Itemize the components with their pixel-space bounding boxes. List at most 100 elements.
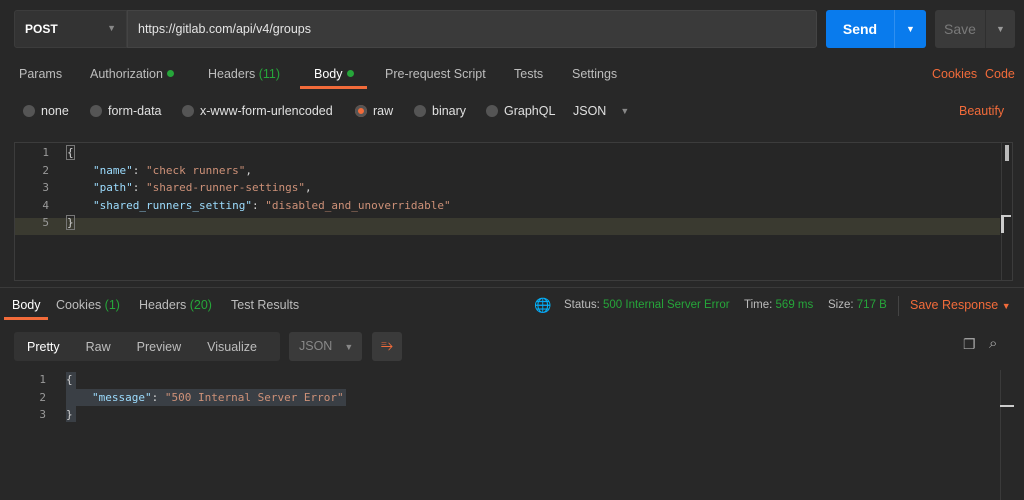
radio-icon: [182, 105, 194, 117]
code-brace: {: [66, 373, 73, 386]
cookies-count: (1): [104, 298, 120, 312]
cookies-link[interactable]: Cookies: [932, 67, 977, 81]
status-label: Status:: [564, 299, 600, 311]
response-status: Status: 500 Internal Server Error: [564, 299, 730, 311]
tab-label: Headers: [208, 67, 256, 81]
json-key: "shared_runners_setting": [93, 199, 252, 212]
line-number: 5: [42, 216, 49, 229]
json-key: "name": [93, 164, 133, 177]
status-dot-icon: [166, 70, 174, 77]
response-tab-test-results[interactable]: Test Results: [231, 298, 299, 312]
response-tab-body[interactable]: Body: [12, 298, 41, 312]
pane-divider[interactable]: [0, 287, 1024, 288]
code-line: "message": "500 Internal Server Error": [92, 391, 344, 404]
radio-icon: [486, 105, 498, 117]
radio-label: none: [41, 104, 69, 118]
scrollbar-track[interactable]: [1000, 370, 1001, 500]
radio-graphql[interactable]: GraphQL: [486, 104, 555, 118]
radio-urlencoded[interactable]: x-www-form-urlencoded: [182, 104, 333, 118]
tab-settings[interactable]: Settings: [572, 67, 617, 81]
send-label: Send: [842, 21, 878, 37]
time-label: Time:: [744, 299, 773, 311]
copy-icon[interactable]: ❐: [963, 336, 976, 353]
request-body-editor[interactable]: 1 2 3 4 5 { "name": "check runners", "pa…: [14, 142, 1013, 281]
save-button[interactable]: Save ▼: [935, 10, 1015, 48]
radio-icon: [90, 105, 102, 117]
tab-label: Authorization: [90, 67, 163, 81]
wrap-lines-icon[interactable]: ⥱: [372, 332, 402, 361]
response-format-select[interactable]: JSON ▼: [289, 332, 362, 361]
radio-label: form-data: [108, 104, 162, 118]
view-pretty[interactable]: Pretty: [14, 340, 73, 354]
view-visualize[interactable]: Visualize: [194, 340, 270, 354]
json-key: "path": [93, 181, 133, 194]
globe-icon[interactable]: 🌐: [534, 297, 551, 314]
active-line-highlight: [15, 218, 1000, 235]
tab-label: Headers: [139, 298, 187, 312]
radio-binary[interactable]: binary: [414, 104, 466, 118]
radio-label: GraphQL: [504, 104, 556, 118]
save-response-button[interactable]: Save Response ▼: [910, 298, 1011, 312]
separator: [898, 296, 899, 316]
save-dropdown-icon[interactable]: ▼: [985, 10, 1015, 48]
status-value: 500 Internal Server Error: [603, 299, 730, 311]
response-body-viewer[interactable]: 1 2 3 { "message": "500 Internal Server …: [0, 370, 1024, 500]
line-number: 2: [42, 164, 49, 177]
chevron-down-icon: ▼: [620, 106, 630, 116]
response-tab-cookies[interactable]: Cookies (1): [56, 298, 120, 312]
view-mode-group: Pretty Raw Preview Visualize: [14, 332, 280, 361]
tab-tests[interactable]: Tests: [514, 67, 543, 81]
active-tab-underline: [300, 86, 367, 89]
chevron-down-icon: ▼: [344, 342, 354, 352]
tab-body[interactable]: Body: [314, 67, 354, 81]
format-label: JSON: [573, 104, 607, 118]
headers-count: (11): [258, 67, 281, 81]
tab-authorization[interactable]: Authorization: [90, 67, 174, 81]
json-value: "disabled_and_unoverridable": [265, 199, 451, 212]
line-number: 1: [42, 146, 49, 159]
chevron-down-icon: ▼: [107, 23, 116, 33]
line-number: 1: [39, 373, 46, 386]
code-brace: {: [66, 145, 75, 160]
radio-label: raw: [373, 104, 394, 118]
time-value: 569 ms: [775, 299, 814, 311]
tab-headers[interactable]: Headers (11): [208, 67, 280, 81]
json-value: "shared-runner-settings": [146, 181, 305, 194]
format-label: JSON: [299, 339, 333, 353]
overview-cursor-marker: [1000, 405, 1014, 407]
radio-none[interactable]: none: [23, 104, 69, 118]
radio-raw[interactable]: raw: [355, 104, 393, 118]
scrollbar-thumb[interactable]: [1005, 145, 1009, 161]
json-value: "check runners": [146, 164, 246, 177]
save-label: Save: [944, 21, 976, 37]
tab-params[interactable]: Params: [19, 67, 62, 81]
radio-icon: [414, 105, 426, 117]
search-icon[interactable]: ⌕: [989, 335, 997, 352]
active-tab-underline: [4, 317, 48, 320]
status-dot-icon: [346, 70, 354, 77]
view-preview[interactable]: Preview: [124, 340, 194, 354]
tab-prerequest-script[interactable]: Pre-request Script: [385, 67, 486, 81]
radio-form-data[interactable]: form-data: [90, 104, 162, 118]
send-dropdown-icon[interactable]: ▼: [894, 10, 926, 48]
chevron-down-icon: ▼: [1001, 301, 1011, 311]
headers-count: (20): [189, 298, 212, 312]
code-line: "shared_runners_setting": "disabled_and_…: [93, 199, 451, 212]
radio-selected-icon: [355, 105, 367, 117]
radio-label: x-www-form-urlencoded: [200, 104, 333, 118]
json-value: "500 Internal Server Error": [164, 391, 344, 404]
json-key: "message": [92, 391, 152, 404]
response-size: Size: 717 B: [828, 299, 887, 311]
method-select[interactable]: POST ▼: [14, 10, 127, 48]
code-line: "path": "shared-runner-settings",: [93, 181, 312, 194]
tab-label: Body: [314, 67, 343, 81]
code-link[interactable]: Code: [985, 67, 1015, 81]
beautify-link[interactable]: Beautify: [959, 104, 1004, 118]
view-raw[interactable]: Raw: [73, 340, 124, 354]
send-button[interactable]: Send ▼: [826, 10, 926, 48]
scrollbar-track[interactable]: [1001, 143, 1002, 280]
response-tab-headers[interactable]: Headers (20): [139, 298, 212, 312]
url-input[interactable]: https://gitlab.com/api/v4/groups: [127, 10, 817, 48]
overview-cursor-marker: [1001, 215, 1011, 233]
body-format-select[interactable]: JSON ▼: [573, 104, 629, 118]
